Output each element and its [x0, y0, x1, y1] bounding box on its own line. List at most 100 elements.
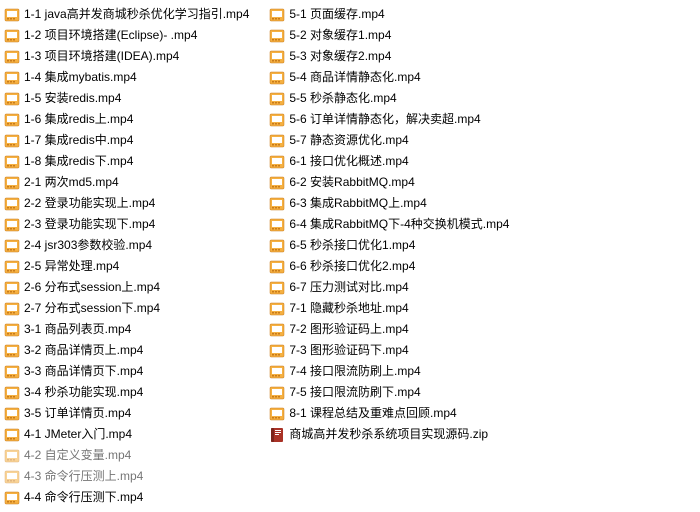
file-item[interactable]: 6-6 秒杀接口优化2.mp4 — [269, 256, 529, 277]
video-file-icon — [4, 112, 20, 128]
video-file-icon — [269, 196, 285, 212]
file-item[interactable]: 7-3 图形验证码下.mp4 — [269, 340, 529, 361]
file-item[interactable]: 2-3 登录功能实现下.mp4 — [4, 214, 269, 235]
file-name-label: 2-7 分布式session下.mp4 — [24, 298, 160, 319]
file-item[interactable]: 5-4 商品详情静态化.mp4 — [269, 67, 529, 88]
file-item[interactable]: 6-5 秒杀接口优化1.mp4 — [269, 235, 529, 256]
file-item[interactable]: 5-2 对象缓存1.mp4 — [269, 25, 529, 46]
file-name-label: 1-8 集成redis下.mp4 — [24, 151, 133, 172]
file-item[interactable]: 2-4 jsr303参数校验.mp4 — [4, 235, 269, 256]
file-item[interactable]: 6-4 集成RabbitMQ下-4种交换机模式.mp4 — [269, 214, 529, 235]
video-file-icon — [269, 322, 285, 338]
file-item[interactable]: 6-2 安装RabbitMQ.mp4 — [269, 172, 529, 193]
video-file-icon — [269, 112, 285, 128]
file-name-label: 6-6 秒杀接口优化2.mp4 — [289, 256, 415, 277]
file-item[interactable]: 5-6 订单详情静态化，解决卖超.mp4 — [269, 109, 529, 130]
file-item[interactable]: 4-1 JMeter入门.mp4 — [4, 424, 269, 445]
file-name-label: 1-4 集成mybatis.mp4 — [24, 67, 137, 88]
video-file-icon — [269, 7, 285, 23]
file-name-label: 6-1 接口优化概述.mp4 — [289, 151, 408, 172]
video-file-icon — [4, 343, 20, 359]
video-file-icon — [4, 301, 20, 317]
file-item[interactable]: 1-7 集成redis中.mp4 — [4, 130, 269, 151]
file-item[interactable]: 2-1 两次md5.mp4 — [4, 172, 269, 193]
file-item[interactable]: 4-4 命令行压测下.mp4 — [4, 487, 269, 508]
file-item[interactable]: 7-1 隐藏秒杀地址.mp4 — [269, 298, 529, 319]
video-file-icon — [269, 175, 285, 191]
file-name-label: 7-5 接口限流防刷下.mp4 — [289, 382, 420, 403]
file-name-label: 1-5 安装redis.mp4 — [24, 88, 121, 109]
file-name-label: 7-2 图形验证码上.mp4 — [289, 319, 408, 340]
video-file-icon — [269, 301, 285, 317]
file-item[interactable]: 3-4 秒杀功能实现.mp4 — [4, 382, 269, 403]
file-name-label: 3-4 秒杀功能实现.mp4 — [24, 382, 143, 403]
video-file-icon — [269, 91, 285, 107]
video-file-icon — [4, 175, 20, 191]
file-name-label: 7-3 图形验证码下.mp4 — [289, 340, 408, 361]
file-name-label: 1-1 java高并发商城秒杀优化学习指引.mp4 — [24, 4, 249, 25]
file-item[interactable]: 2-6 分布式session上.mp4 — [4, 277, 269, 298]
file-name-label: 6-3 集成RabbitMQ上.mp4 — [289, 193, 426, 214]
file-item[interactable]: 1-8 集成redis下.mp4 — [4, 151, 269, 172]
video-file-icon — [4, 7, 20, 23]
file-item[interactable]: 5-1 页面缓存.mp4 — [269, 4, 529, 25]
video-file-icon — [4, 217, 20, 233]
file-item[interactable]: 7-2 图形验证码上.mp4 — [269, 319, 529, 340]
file-item[interactable]: 1-4 集成mybatis.mp4 — [4, 67, 269, 88]
file-item[interactable]: 6-3 集成RabbitMQ上.mp4 — [269, 193, 529, 214]
file-name-label: 1-7 集成redis中.mp4 — [24, 130, 133, 151]
file-item[interactable]: 6-1 接口优化概述.mp4 — [269, 151, 529, 172]
file-name-label: 5-6 订单详情静态化，解决卖超.mp4 — [289, 109, 480, 130]
file-name-label: 2-4 jsr303参数校验.mp4 — [24, 235, 152, 256]
file-name-label: 1-2 项目环境搭建(Eclipse)- .mp4 — [24, 25, 197, 46]
file-item[interactable]: 3-1 商品列表页.mp4 — [4, 319, 269, 340]
file-item[interactable]: 6-7 压力测试对比.mp4 — [269, 277, 529, 298]
video-file-icon — [4, 322, 20, 338]
file-name-label: 3-2 商品详情页上.mp4 — [24, 340, 143, 361]
file-name-label: 2-5 异常处理.mp4 — [24, 256, 119, 277]
file-item[interactable]: 8-1 课程总结及重难点回顾.mp4 — [269, 403, 529, 424]
file-name-label: 3-3 商品详情页下.mp4 — [24, 361, 143, 382]
video-file-icon — [269, 364, 285, 380]
file-item[interactable]: 1-1 java高并发商城秒杀优化学习指引.mp4 — [4, 4, 269, 25]
file-name-label: 6-4 集成RabbitMQ下-4种交换机模式.mp4 — [289, 214, 509, 235]
file-name-label: 4-3 命令行压测上.mp4 — [24, 466, 143, 487]
file-name-label: 4-4 命令行压测下.mp4 — [24, 487, 143, 508]
file-item[interactable]: 2-2 登录功能实现上.mp4 — [4, 193, 269, 214]
file-name-label: 5-1 页面缓存.mp4 — [289, 4, 384, 25]
file-item[interactable]: 5-5 秒杀静态化.mp4 — [269, 88, 529, 109]
file-name-label: 5-5 秒杀静态化.mp4 — [289, 88, 396, 109]
file-name-label: 3-1 商品列表页.mp4 — [24, 319, 131, 340]
file-name-label: 2-6 分布式session上.mp4 — [24, 277, 160, 298]
video-file-icon — [4, 49, 20, 65]
file-item[interactable]: 1-2 项目环境搭建(Eclipse)- .mp4 — [4, 25, 269, 46]
file-item[interactable]: 3-3 商品详情页下.mp4 — [4, 361, 269, 382]
file-item[interactable]: 1-3 项目环境搭建(IDEA).mp4 — [4, 46, 269, 67]
file-item[interactable]: 4-2 自定义变量.mp4 — [4, 445, 269, 466]
file-item[interactable]: 3-5 订单详情页.mp4 — [4, 403, 269, 424]
file-item[interactable]: 1-5 安装redis.mp4 — [4, 88, 269, 109]
video-file-icon — [269, 217, 285, 233]
file-name-label: 1-6 集成redis上.mp4 — [24, 109, 133, 130]
video-file-icon — [4, 469, 20, 485]
file-item[interactable]: 2-5 异常处理.mp4 — [4, 256, 269, 277]
file-item[interactable]: 5-3 对象缓存2.mp4 — [269, 46, 529, 67]
file-item[interactable]: 商城高并发秒杀系统项目实现源码.zip — [269, 424, 529, 445]
file-item[interactable]: 2-7 分布式session下.mp4 — [4, 298, 269, 319]
file-item[interactable]: 7-5 接口限流防刷下.mp4 — [269, 382, 529, 403]
video-file-icon — [269, 28, 285, 44]
video-file-icon — [4, 427, 20, 443]
file-name-label: 4-2 自定义变量.mp4 — [24, 445, 131, 466]
file-name-label: 7-1 隐藏秒杀地址.mp4 — [289, 298, 408, 319]
video-file-icon — [4, 280, 20, 296]
file-item[interactable]: 1-6 集成redis上.mp4 — [4, 109, 269, 130]
file-name-label: 5-3 对象缓存2.mp4 — [289, 46, 391, 67]
file-item[interactable]: 4-3 命令行压测上.mp4 — [4, 466, 269, 487]
video-file-icon — [269, 406, 285, 422]
file-list: 1-1 java高并发商城秒杀优化学习指引.mp41-2 项目环境搭建(Ecli… — [4, 4, 696, 508]
file-item[interactable]: 3-2 商品详情页上.mp4 — [4, 340, 269, 361]
file-name-label: 4-1 JMeter入门.mp4 — [24, 424, 132, 445]
file-item[interactable]: 7-4 接口限流防刷上.mp4 — [269, 361, 529, 382]
video-file-icon — [4, 28, 20, 44]
file-item[interactable]: 5-7 静态资源优化.mp4 — [269, 130, 529, 151]
